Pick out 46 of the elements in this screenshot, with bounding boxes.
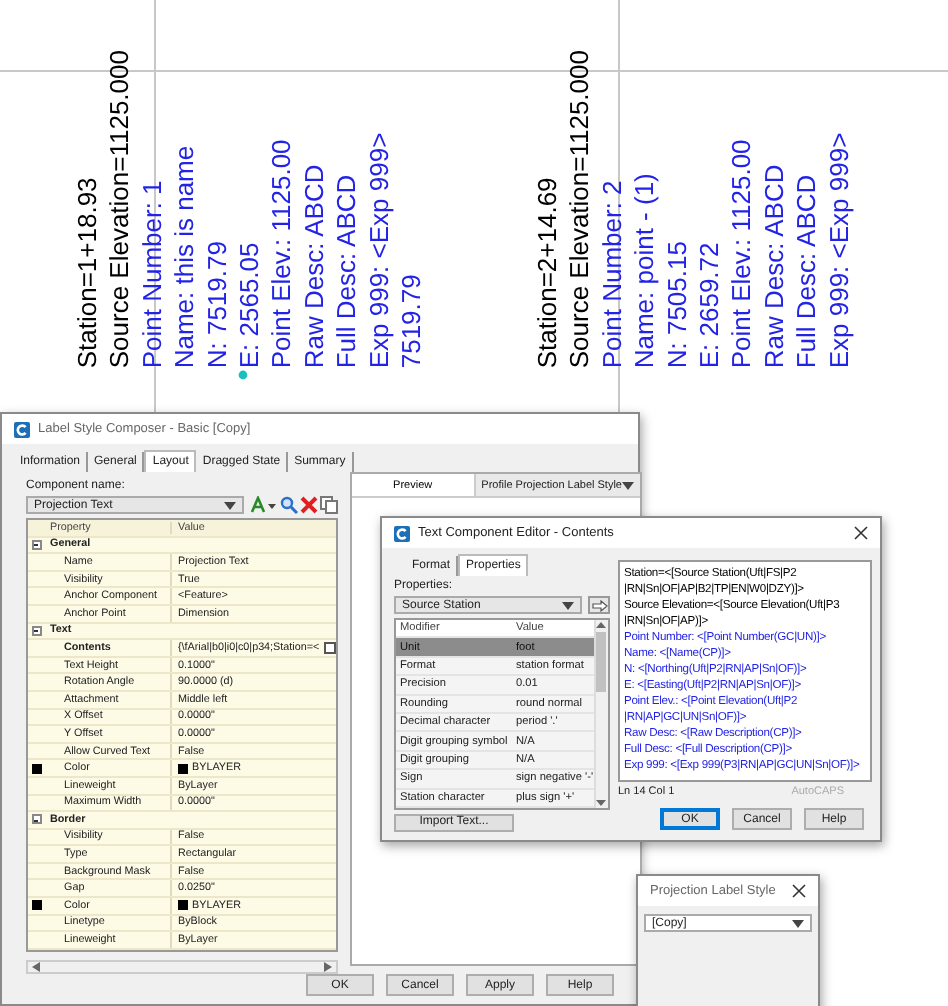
scroll-left-icon[interactable]	[32, 961, 40, 972]
label-line: Point Number: 1	[136, 178, 169, 368]
grip-point-icon	[238, 370, 248, 380]
caret-icon	[622, 481, 634, 489]
collapse-icon[interactable]	[31, 625, 41, 636]
label-line: Exp 999: <Exp 999>	[823, 130, 856, 368]
label-line: Full Desc: ABCD	[791, 172, 824, 368]
collapse-icon[interactable]	[31, 814, 41, 825]
label-line: E: 2659.72	[694, 240, 727, 368]
app-icon	[14, 421, 30, 437]
label-line: Raw Desc: ABCD	[298, 162, 331, 368]
scroll-down-icon[interactable]	[596, 799, 607, 806]
label-line: Name: this is name	[169, 143, 202, 368]
caret-icon	[792, 919, 804, 927]
close-icon[interactable]	[854, 526, 868, 540]
app-icon	[394, 525, 410, 541]
label-line: Raw Desc: ABCD	[758, 162, 791, 368]
close-icon[interactable]	[792, 884, 806, 898]
arrow-icon	[591, 599, 607, 611]
contents-editor[interactable]	[618, 560, 872, 782]
caret-icon	[224, 501, 236, 509]
scrollbar[interactable]	[26, 959, 338, 974]
label-line: Source Elevation=1125.000	[104, 49, 137, 368]
label-line: Point Elev.: 1125.00	[266, 137, 299, 368]
label-line: E: 2565.05	[234, 240, 267, 368]
magnifier-icon[interactable]	[280, 496, 298, 514]
label-line: Station=1+18.93	[72, 175, 104, 368]
label-line: N: 7519.79	[201, 238, 234, 368]
label-line: Station=2+14.69	[532, 175, 564, 368]
delete-icon[interactable]	[300, 496, 318, 514]
label-line: Point Elev.: 1125.00	[726, 137, 759, 368]
edit-button[interactable]	[323, 641, 336, 654]
label-line: Point Number: 2	[596, 178, 629, 368]
text-style-icon[interactable]	[250, 496, 278, 514]
label-line: Full Desc: ABCD	[331, 172, 364, 368]
scroll-right-icon[interactable]	[324, 961, 332, 972]
collapse-icon[interactable]	[31, 539, 41, 550]
label-line: Exp 999: <Exp 999>	[363, 130, 396, 368]
scroll-up-icon[interactable]	[596, 622, 607, 628]
label-line: Source Elevation=1125.000	[564, 49, 597, 368]
label-line: N: 7505.15	[661, 238, 694, 368]
caret-icon	[562, 601, 574, 609]
copy-icon[interactable]	[320, 496, 338, 514]
label-line: 7519.79	[396, 272, 429, 368]
label-line: Name: point - (1)	[629, 170, 662, 368]
insert-button[interactable]	[588, 596, 610, 614]
